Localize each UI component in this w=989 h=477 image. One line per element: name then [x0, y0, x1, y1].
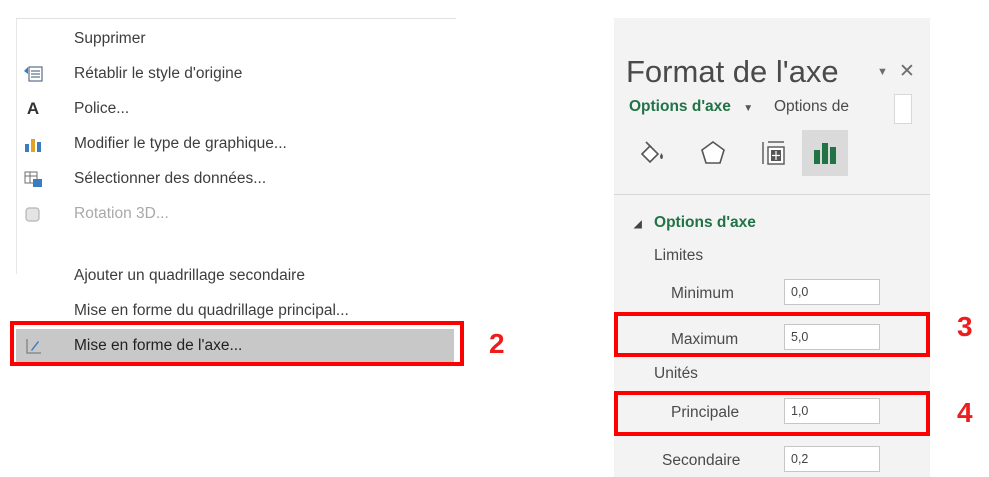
effects-icon[interactable]: [690, 130, 736, 176]
menu-item-selectionner-donnees[interactable]: Sélectionner des données...: [16, 162, 454, 196]
group-limites-label: Limites: [654, 247, 704, 264]
menu-item-label: Modifier le type de graphique...: [74, 135, 287, 152]
close-icon[interactable]: ✕: [899, 60, 915, 83]
collapse-triangle-icon: ◢: [634, 219, 642, 230]
menu-item-ajouter-quadrillage[interactable]: Ajouter un quadrillage secondaire: [16, 259, 454, 293]
annotation-number-3: 3: [957, 311, 973, 342]
pane-separator: [614, 194, 930, 195]
secondaire-label: Secondaire: [662, 452, 741, 469]
tab-scroll-button[interactable]: [894, 94, 912, 124]
menu-item-label: Ajouter un quadrillage secondaire: [74, 267, 305, 284]
menu-item-label: Supprimer: [74, 30, 146, 47]
pane-title: Format de l'axe: [626, 54, 839, 89]
rotation-3d-icon: [22, 205, 44, 223]
menu-item-label: Sélectionner des données...: [74, 170, 267, 187]
reset-style-icon: [22, 65, 44, 83]
annotation-number-2: 2: [489, 328, 505, 359]
fill-line-icon[interactable]: [628, 130, 674, 176]
pane-options-dropdown-icon[interactable]: ▼: [877, 66, 888, 78]
minimum-label: Minimum: [671, 285, 734, 302]
minimum-input[interactable]: 0,0: [784, 279, 880, 305]
secondaire-input[interactable]: 0,2: [784, 446, 880, 472]
annotation-box-2: [10, 321, 464, 366]
menu-item-label: Police...: [74, 100, 130, 117]
select-data-icon: [22, 170, 44, 188]
annotation-box-4: [614, 391, 930, 436]
section-options-axe-label: Options d'axe: [654, 214, 756, 231]
tab-options-axe-label: Options d'axe: [629, 98, 731, 115]
section-options-axe[interactable]: ◢ Options d'axe: [634, 214, 756, 232]
context-menu: Supprimer Rétablir le style d'origine A …: [16, 18, 456, 363]
menu-item-supprimer[interactable]: Supprimer: [16, 22, 454, 56]
tab-options-axe[interactable]: Options d'axe ▼: [629, 98, 753, 116]
menu-item-modifier-type-graphique[interactable]: Modifier le type de graphique...: [16, 127, 454, 161]
group-unites-label: Unités: [654, 365, 698, 382]
menu-item-police[interactable]: A Police...: [16, 92, 454, 126]
chart-type-icon: [22, 135, 44, 153]
annotation-box-3: [614, 312, 930, 357]
size-properties-icon[interactable]: [750, 130, 796, 176]
menu-item-label: Mise en forme du quadrillage principal..…: [74, 302, 349, 319]
annotation-number-4: 4: [957, 397, 973, 428]
menu-item-label: Rotation 3D...: [74, 205, 169, 222]
menu-item-rotation-3d[interactable]: Rotation 3D...: [16, 197, 454, 231]
tab-options-texte[interactable]: Options de: [774, 98, 849, 116]
menu-item-retablir-style[interactable]: Rétablir le style d'origine: [16, 57, 454, 91]
axis-options-icon[interactable]: [802, 130, 848, 176]
menu-item-label: Rétablir le style d'origine: [74, 65, 243, 82]
font-icon: A: [26, 99, 40, 118]
chevron-down-icon: ▼: [743, 103, 754, 114]
